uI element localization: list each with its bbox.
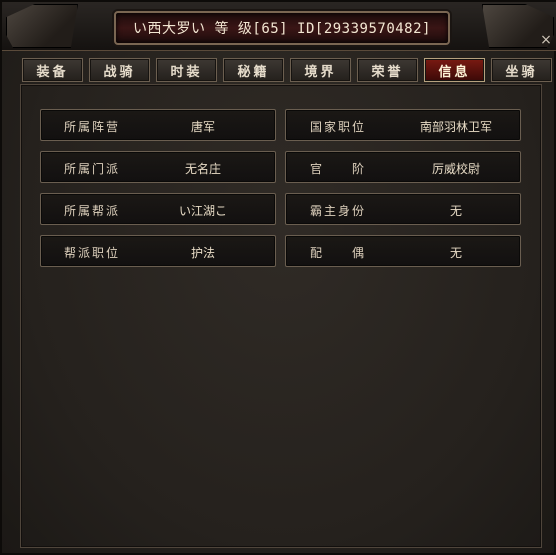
national-position-value: 南部羽林卫军 bbox=[419, 120, 492, 134]
left-horn-ornament bbox=[6, 4, 78, 48]
info-row-guild: 所属帮派 い江湖こ bbox=[40, 193, 276, 225]
info-row-national-position: 国家职位 南部羽林卫军 bbox=[285, 109, 521, 141]
overlord-value: 无 bbox=[449, 204, 462, 218]
tab-secret-books[interactable]: 秘籍 bbox=[223, 58, 284, 82]
spouse-label: 配 偶 bbox=[310, 246, 367, 260]
rank-value: 厉威校尉 bbox=[431, 162, 480, 176]
sect-label: 所属门派 bbox=[64, 162, 121, 176]
tab-war-mount[interactable]: 战骑 bbox=[89, 58, 150, 82]
character-info-window: い西大罗い 等 级[65] ID[29339570482] × 装备 战骑 时装… bbox=[0, 0, 556, 555]
info-row-faction: 所属阵营 唐军 bbox=[40, 109, 276, 141]
tab-fashion[interactable]: 时装 bbox=[156, 58, 217, 82]
title-bar: い西大罗い 等 级[65] ID[29339570482] × bbox=[2, 2, 556, 51]
info-row-sect: 所属门派 无名庄 bbox=[40, 151, 276, 183]
window-title: い西大罗い 等 级[65] ID[29339570482] bbox=[133, 21, 431, 37]
title-plate: い西大罗い 等 级[65] ID[29339570482] bbox=[114, 11, 450, 45]
guild-position-value: 护法 bbox=[190, 246, 215, 260]
sect-value: 无名庄 bbox=[184, 162, 221, 176]
info-row-guild-position: 帮派职位 护法 bbox=[40, 235, 276, 267]
spouse-value: 无 bbox=[449, 246, 462, 260]
tab-honor[interactable]: 荣誉 bbox=[357, 58, 418, 82]
national-position-label: 国家职位 bbox=[310, 120, 367, 134]
guild-label: 所属帮派 bbox=[64, 204, 121, 218]
close-button[interactable]: × bbox=[538, 32, 554, 48]
guild-position-label: 帮派职位 bbox=[64, 246, 121, 260]
guild-value: い江湖こ bbox=[178, 204, 227, 218]
tab-bar: 装备 战骑 时装 秘籍 境界 荣誉 信息 坐骑 bbox=[22, 58, 552, 84]
rank-label: 官 阶 bbox=[310, 162, 367, 176]
faction-label: 所属阵营 bbox=[64, 120, 121, 134]
info-row-overlord: 霸主身份 无 bbox=[285, 193, 521, 225]
tab-realm[interactable]: 境界 bbox=[290, 58, 351, 82]
faction-value: 唐军 bbox=[190, 120, 215, 134]
info-panel: 所属阵营 唐军 所属门派 无名庄 所属帮派 い江湖こ 帮派职位 护法 国家职位 … bbox=[20, 84, 542, 548]
tab-info[interactable]: 信息 bbox=[424, 58, 485, 82]
info-row-rank: 官 阶 厉威校尉 bbox=[285, 151, 521, 183]
info-row-spouse: 配 偶 无 bbox=[285, 235, 521, 267]
tab-mount[interactable]: 坐骑 bbox=[491, 58, 552, 82]
tab-equipment[interactable]: 装备 bbox=[22, 58, 83, 82]
overlord-label: 霸主身份 bbox=[310, 204, 367, 218]
